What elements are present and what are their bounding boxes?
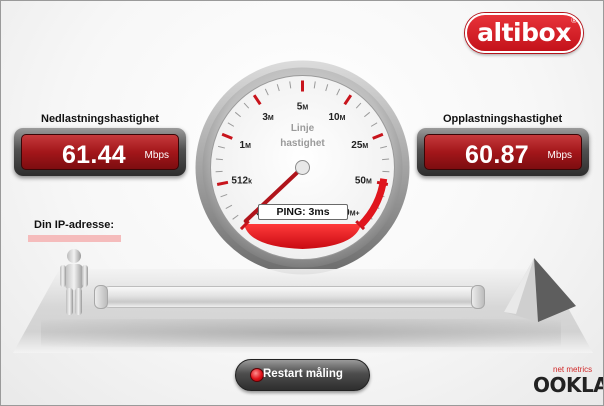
logo-registered-mark: ® (571, 16, 577, 25)
upload-title: Opplastningshastighet (443, 113, 563, 125)
ookla-logo: OOKLA (533, 373, 604, 397)
ip-address-label: Din IP-adresse: (34, 219, 115, 231)
altibox-logo: altibox ® (465, 13, 583, 53)
download-speed-unit: Mbps (144, 150, 169, 161)
upload-speed-unit: Mbps (547, 150, 572, 161)
gauge-major-tick (216, 180, 229, 186)
upload-speed-box: 60.87 Mbps (417, 128, 589, 176)
restart-button[interactable]: Restart måling (235, 359, 370, 391)
speed-gauge: 0512k1M3M5M10M25M50M100M+ Linje hastighe… (195, 60, 410, 275)
user-figure-icon (60, 249, 88, 315)
logo-text: altibox (477, 18, 571, 47)
connection-tube (99, 286, 481, 308)
server-pyramid-icon (504, 258, 576, 322)
gauge-minor-tick (382, 158, 390, 161)
ip-address-value (28, 235, 121, 242)
upload-speed-value: 60.87 (464, 141, 529, 169)
gauge-center-label-2: hastighet (280, 138, 325, 149)
tube-cap-left (94, 285, 108, 309)
gauge-minor-tick (215, 158, 223, 161)
gauge-needle-hub (295, 160, 310, 175)
floor-shadow (41, 319, 561, 347)
restart-dot-icon (250, 368, 264, 382)
tube-cap-right (471, 285, 485, 309)
gauge-center-label-1: Linje (291, 123, 315, 134)
restart-button-label: Restart måling (263, 368, 343, 380)
ping-display: PING: 3ms (258, 204, 348, 220)
download-speed-value: 61.44 (61, 141, 126, 169)
speedtest-window: altibox ® Nedlastningshastighet 61.44 Mb… (0, 0, 604, 406)
download-speed-box: 61.44 Mbps (14, 128, 186, 176)
download-title: Nedlastningshastighet (41, 113, 159, 125)
